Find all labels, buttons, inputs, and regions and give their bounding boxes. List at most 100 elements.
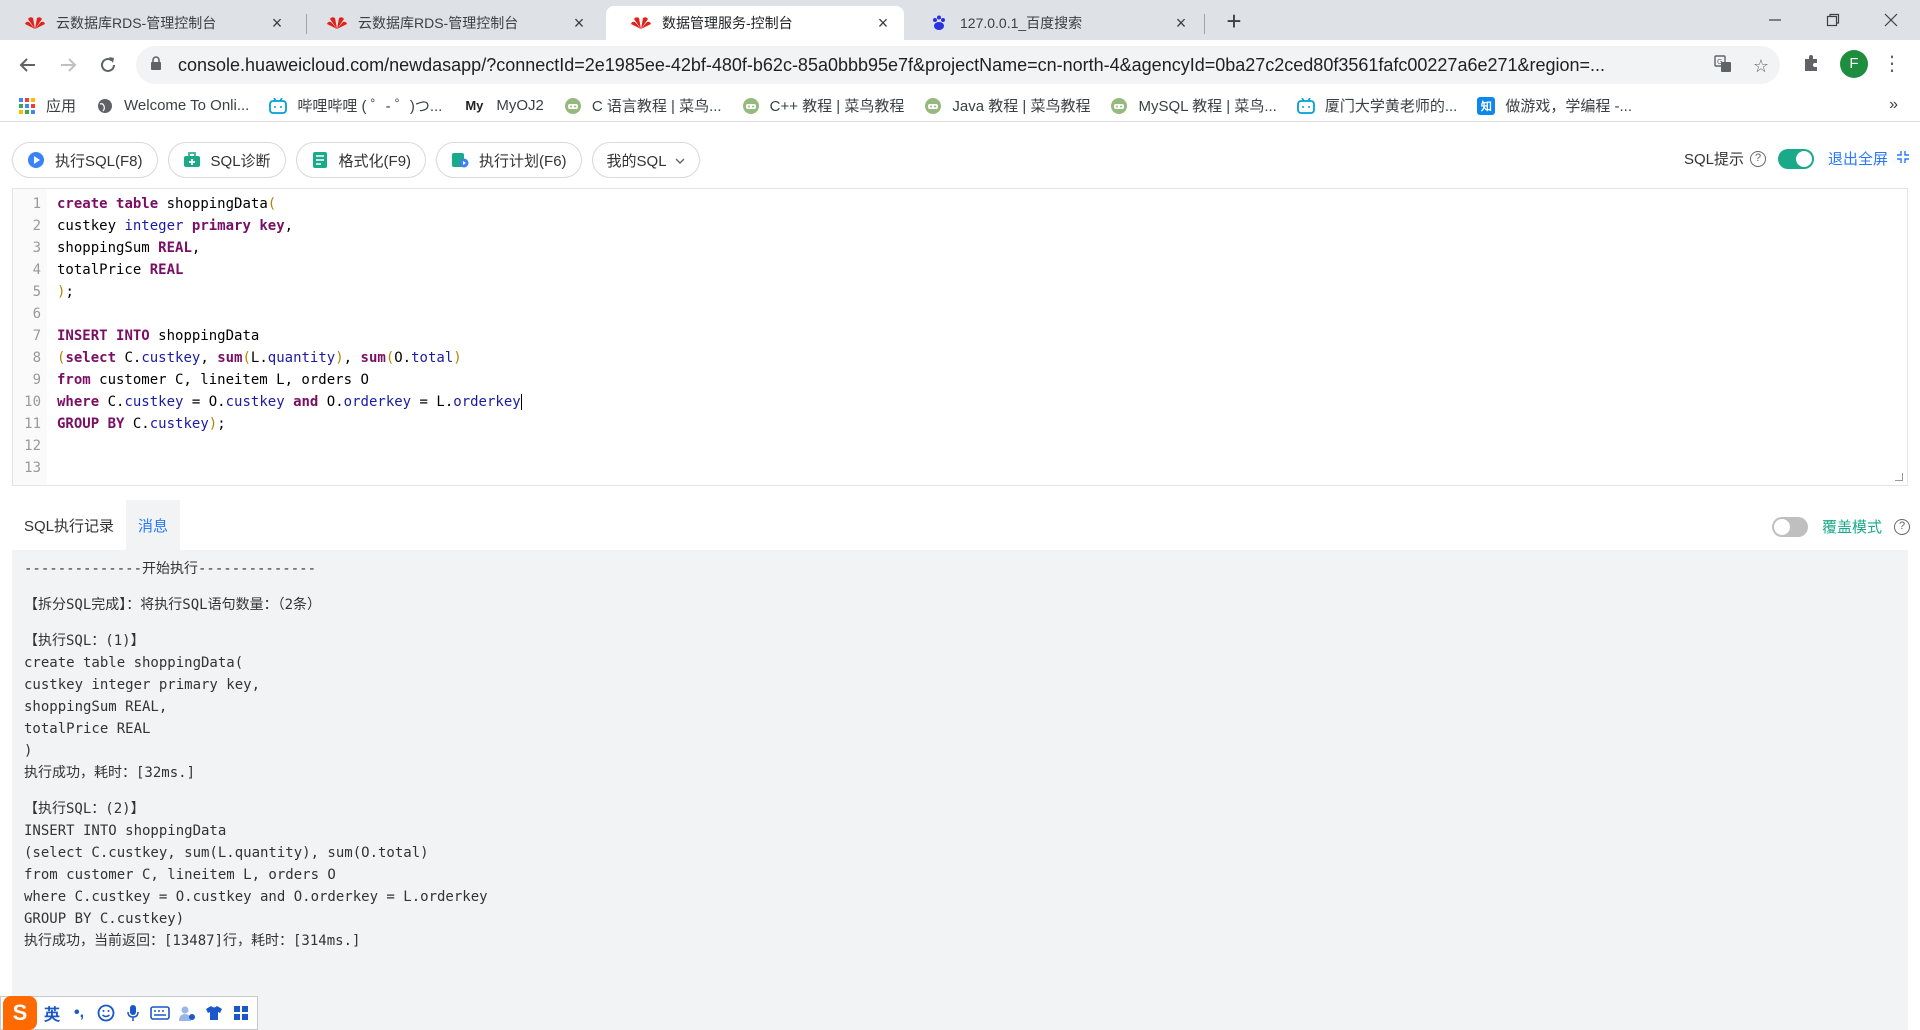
console-line: 【拆分SQL完成】：将执行SQL语句数量：（2条） bbox=[24, 597, 321, 613]
reload-button[interactable] bbox=[92, 49, 124, 81]
console-line: (select C.custkey, sum(L.quantity), sum(… bbox=[24, 845, 429, 861]
sql-editor[interactable]: 1 create table shoppingData( 2 custkey int… bbox=[12, 188, 1908, 486]
sql-diagnose-button[interactable]: SQL诊断 bbox=[167, 142, 286, 178]
help-icon[interactable]: ? bbox=[1750, 150, 1767, 167]
sql-toolbar: 执行SQL(F8) SQL诊断 格式化(F9) 执行计划(F6) 我的SQL bbox=[12, 142, 710, 178]
text-cursor bbox=[520, 394, 522, 410]
bookmark-apps[interactable]: 应用 bbox=[18, 95, 76, 116]
exit-fullscreen-icon[interactable] bbox=[1896, 150, 1910, 168]
my-sql-dropdown[interactable]: 我的SQL bbox=[591, 142, 700, 178]
bookmark-myoj[interactable]: My MyOJ2 bbox=[462, 97, 544, 115]
line-number: 13 bbox=[24, 460, 41, 476]
sogou-logo-icon[interactable]: S bbox=[3, 996, 37, 1030]
code-line: from customer C, lineitem L, orders O bbox=[57, 372, 369, 388]
play-icon bbox=[27, 151, 45, 169]
browser-tab-strip: 云数据库RDS-管理控制台 × 云数据库RDS-管理控制台 × 数据管理服务-控… bbox=[0, 0, 1920, 40]
user-skin-icon[interactable] bbox=[175, 1001, 199, 1025]
console-line: 执行成功，耗时：[32ms.] bbox=[24, 765, 196, 781]
browser-toolbar: console.huaweicloud.com/newdasapp/?conne… bbox=[0, 40, 1920, 90]
minimize-button[interactable] bbox=[1746, 0, 1804, 40]
bookmark-label: Welcome To Onli... bbox=[124, 97, 250, 114]
bookmark-zhihu[interactable]: 知 做游戏，学编程 -... bbox=[1477, 95, 1632, 116]
browser-tab-2[interactable]: 云数据库RDS-管理控制台 × bbox=[302, 6, 600, 40]
code-line: ); bbox=[57, 284, 74, 300]
microphone-icon[interactable] bbox=[121, 1001, 145, 1025]
close-window-button[interactable] bbox=[1862, 0, 1920, 40]
code-line: custkey integer primary key, bbox=[57, 218, 294, 234]
extensions-puzzle-icon[interactable] bbox=[1800, 54, 1822, 76]
run-sql-button[interactable]: 执行SQL(F8) bbox=[12, 142, 158, 178]
new-tab-button[interactable]: + bbox=[1220, 8, 1248, 36]
keyboard-icon[interactable] bbox=[148, 1001, 172, 1025]
bilibili-icon bbox=[269, 97, 288, 115]
close-icon[interactable]: × bbox=[1172, 14, 1190, 32]
console-line: totalPrice REAL bbox=[24, 721, 151, 737]
toolbox-grid-icon[interactable] bbox=[229, 1001, 253, 1025]
bookmark-label: C++ 教程 | 菜鸟教程 bbox=[769, 98, 905, 115]
shirt-icon[interactable] bbox=[202, 1001, 226, 1025]
bookmark-mysql-tutorial[interactable]: MySQL 教程 | 菜鸟... bbox=[1110, 95, 1277, 116]
ime-punct-toggle[interactable]: •, bbox=[67, 1001, 91, 1025]
console-line: shoppingSum REAL, bbox=[24, 699, 168, 715]
close-icon[interactable]: × bbox=[570, 14, 588, 32]
console-line: custkey integer primary key, bbox=[24, 677, 261, 693]
globe-icon bbox=[96, 97, 114, 115]
baidu-paw-icon bbox=[928, 14, 950, 32]
code-line: create table shoppingData( bbox=[57, 196, 277, 212]
tab-sql-history[interactable]: SQL执行记录 bbox=[12, 500, 126, 550]
browser-tab-4[interactable]: 127.0.0.1_百度搜索 × bbox=[904, 6, 1202, 40]
browser-tab-3[interactable]: 数据管理服务-控制台 × bbox=[606, 6, 904, 40]
sql-hint-toggle[interactable] bbox=[1778, 148, 1815, 169]
editor-resize-handle[interactable] bbox=[1895, 473, 1903, 481]
line-number: 2 bbox=[32, 218, 41, 234]
help-icon[interactable]: ? bbox=[1894, 518, 1911, 535]
line-number: 1 bbox=[32, 196, 41, 212]
bookmark-label: Java 教程 | 菜鸟教程 bbox=[952, 98, 1091, 115]
bookmark-bilibili[interactable]: 哔哩哔哩 ( ゜- ゜)つ... bbox=[269, 95, 442, 116]
tab-messages[interactable]: 消息 bbox=[126, 500, 181, 550]
tab-title: 127.0.0.1_百度搜索 bbox=[960, 15, 1083, 31]
bookmark-c-tutorial[interactable]: C 语言教程 | 菜鸟... bbox=[564, 95, 722, 116]
line-number: 4 bbox=[32, 262, 41, 278]
exec-plan-button[interactable]: 执行计划(F6) bbox=[436, 142, 582, 178]
bookmark-star-icon[interactable]: ☆ bbox=[1750, 55, 1772, 77]
zhihu-icon: 知 bbox=[1477, 96, 1496, 115]
bookmark-label: C 语言教程 | 菜鸟... bbox=[591, 98, 722, 115]
runoob-icon bbox=[924, 97, 942, 115]
emoji-icon[interactable] bbox=[94, 1001, 118, 1025]
console-line: ) bbox=[24, 743, 33, 759]
bookmark-java-tutorial[interactable]: Java 教程 | 菜鸟教程 bbox=[924, 95, 1090, 116]
overlay-mode-toggle[interactable] bbox=[1772, 516, 1808, 537]
line-number: 10 bbox=[24, 394, 41, 410]
forward-button[interactable] bbox=[52, 49, 84, 81]
bookmark-cpp-tutorial[interactable]: C++ 教程 | 菜鸟教程 bbox=[742, 95, 905, 116]
profile-avatar[interactable]: F bbox=[1840, 50, 1868, 78]
overlay-mode-control: 覆盖模式 ? bbox=[1772, 516, 1911, 537]
diagnose-kit-icon bbox=[183, 151, 201, 169]
line-number: 7 bbox=[32, 328, 41, 344]
url-text[interactable]: console.huaweicloud.com/newdasapp/?conne… bbox=[178, 55, 1698, 76]
translate-icon[interactable]: G bbox=[1712, 55, 1734, 77]
close-icon[interactable]: × bbox=[268, 14, 286, 32]
address-bar[interactable]: console.huaweicloud.com/newdasapp/?conne… bbox=[136, 46, 1780, 84]
my-sql-label: 我的SQL bbox=[606, 152, 667, 170]
bookmarks-overflow-button[interactable]: » bbox=[1889, 96, 1898, 114]
bookmark-xmu[interactable]: 厦门大学黄老师的... bbox=[1296, 95, 1457, 116]
format-label: 格式化(F9) bbox=[338, 152, 412, 170]
format-button[interactable]: 格式化(F9) bbox=[295, 142, 427, 178]
bookmark-welcome[interactable]: Welcome To Onli... bbox=[96, 97, 249, 115]
svg-text:G: G bbox=[1717, 58, 1722, 66]
console-line: create table shoppingData( bbox=[24, 655, 244, 671]
runoob-icon bbox=[564, 97, 582, 115]
runoob-icon bbox=[1110, 97, 1128, 115]
close-icon[interactable]: × bbox=[874, 14, 892, 32]
maximize-button[interactable] bbox=[1804, 0, 1862, 40]
browser-tab-1[interactable]: 云数据库RDS-管理控制台 × bbox=[0, 6, 298, 40]
ime-mode-toggle[interactable]: 英 bbox=[40, 1001, 64, 1025]
more-menu-icon[interactable]: ⋮ bbox=[1882, 50, 1902, 78]
chevron-down-icon bbox=[675, 152, 685, 169]
back-button[interactable] bbox=[12, 49, 44, 81]
console-line: 【执行SQL：(2)】 bbox=[24, 801, 145, 817]
exit-fullscreen-link[interactable]: 退出全屏 bbox=[1828, 148, 1888, 169]
lock-icon[interactable] bbox=[150, 56, 166, 74]
